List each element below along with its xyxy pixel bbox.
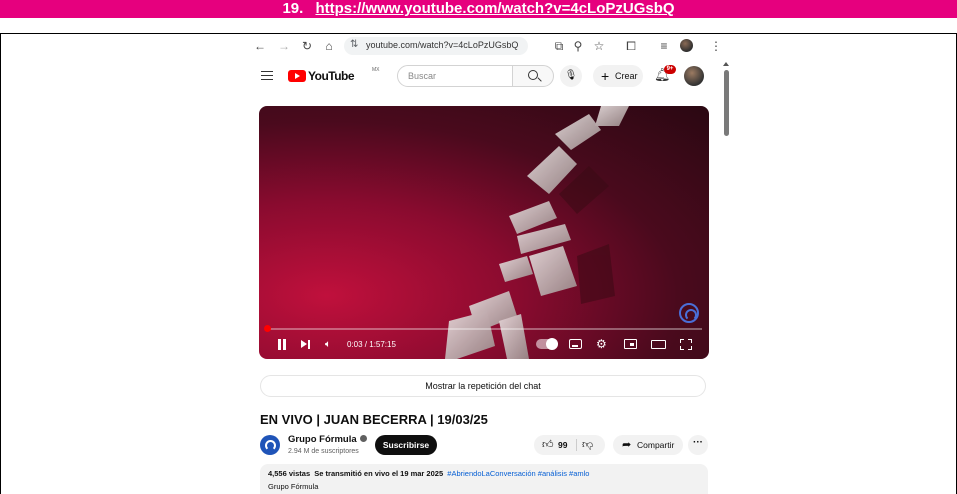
region-code: MX <box>372 67 380 73</box>
share-label: Compartir <box>637 440 675 450</box>
time-display: 0:03 / 1:57:15 <box>347 340 396 349</box>
page-scrollbar[interactable] <box>721 58 732 494</box>
description-box[interactable]: 4,556 vistas Se transmitió en vivo el 19… <box>260 464 708 494</box>
browser-toolbar: ← → ↻ ⌂ ⇅ youtube.com/watch?v=4cLoPzUGsb… <box>246 34 732 58</box>
scroll-up-arrow-icon[interactable] <box>723 62 729 66</box>
plus-icon: + <box>601 68 610 84</box>
progress-bar[interactable] <box>266 328 702 330</box>
create-button[interactable]: + Crear <box>593 65 643 87</box>
video-frame-art <box>445 106 629 359</box>
subtitles-icon[interactable] <box>569 339 582 349</box>
channel-name-text: Grupo Fórmula <box>288 434 357 445</box>
extensions-icon[interactable]: ⧠ <box>624 39 638 53</box>
fullscreen-icon[interactable] <box>680 339 692 350</box>
hamburger-menu-icon[interactable] <box>261 71 273 80</box>
search-placeholder: Buscar <box>408 71 437 81</box>
view-count: 4,556 vistas <box>268 469 311 478</box>
table-border-left <box>0 34 1 494</box>
theater-mode-icon[interactable] <box>651 340 666 349</box>
subscriber-count: 2.94 M de suscriptores <box>288 448 359 455</box>
scroll-thumb[interactable] <box>724 70 729 136</box>
miniplayer-icon[interactable] <box>624 339 637 349</box>
bookmark-star-icon[interactable]: ☆ <box>592 39 606 53</box>
dislike-icon[interactable]: 👎︎ <box>582 438 593 451</box>
description-meta: 4,556 vistas Se transmitió en vivo el 19… <box>268 469 589 478</box>
document-page: 19. https://www.youtube.com/watch?v=4cLo… <box>0 0 957 494</box>
verified-badge-icon <box>359 435 367 442</box>
youtube-header: YouTube MX Buscar 🎙 + Crear 🔔︎ 9+ <box>246 58 716 94</box>
cast-icon[interactable]: ⧉ <box>552 39 566 53</box>
home-icon[interactable]: ⌂ <box>322 39 336 53</box>
share-button[interactable]: ➦ Compartir <box>613 435 683 455</box>
banner-url-link[interactable]: https://www.youtube.com/watch?v=4cLoPzUG… <box>315 0 674 17</box>
zoom-icon[interactable]: ⚲ <box>571 39 585 53</box>
next-icon[interactable] <box>301 340 311 349</box>
like-icon[interactable]: 👍︎ <box>542 438 554 451</box>
subscribe-button[interactable]: Suscribirse <box>375 435 437 455</box>
settings-gear-icon[interactable]: ⚙ <box>596 337 607 351</box>
notification-badge: 9+ <box>664 65 676 74</box>
browser-screenshot: ← → ↻ ⌂ ⇅ youtube.com/watch?v=4cLoPzUGsb… <box>246 34 732 494</box>
show-chat-replay-button[interactable]: Mostrar la repetición del chat <box>260 375 706 397</box>
progress-scrubber[interactable] <box>264 325 271 332</box>
volume-icon[interactable]: 🔈︎ <box>325 339 331 350</box>
search-button[interactable] <box>512 65 554 87</box>
video-title: EN VIVO | JUAN BECERRA | 19/03/25 <box>260 412 488 427</box>
like-count: 99 <box>558 440 568 450</box>
search-icon <box>528 70 538 80</box>
hashtags-link[interactable]: #AbriendoLaConversación #análisis #amlo <box>447 469 589 478</box>
address-bar[interactable]: ⇅ youtube.com/watch?v=4cLoPzUGsbQ <box>344 37 528 55</box>
channel-avatar[interactable] <box>260 435 280 455</box>
video-player[interactable]: 🔈︎ 0:03 / 1:57:15 ⚙ <box>259 106 709 359</box>
like-divider <box>576 439 577 451</box>
banner: 19. https://www.youtube.com/watch?v=4cLo… <box>0 0 957 18</box>
create-label: Crear <box>615 71 638 81</box>
voice-search-button[interactable]: 🎙 <box>560 65 582 87</box>
reload-icon[interactable]: ↻ <box>300 39 314 53</box>
pause-icon[interactable] <box>277 339 287 350</box>
account-avatar[interactable] <box>684 66 704 86</box>
profile-avatar[interactable] <box>680 39 693 52</box>
youtube-logo-text: YouTube <box>308 69 355 83</box>
forward-icon[interactable]: → <box>277 39 291 53</box>
description-org: Grupo Fórmula <box>268 482 319 491</box>
stream-date: Se transmitió en vivo el 19 mar 2025 <box>314 469 444 478</box>
back-icon[interactable]: ← <box>253 39 267 53</box>
channel-name[interactable]: Grupo Fórmula <box>288 434 367 445</box>
more-actions-button[interactable]: ··· <box>688 435 708 455</box>
media-icon[interactable]: ≡ <box>657 39 671 53</box>
address-text: youtube.com/watch?v=4cLoPzUGsbQ <box>366 40 519 50</box>
share-icon: ➦ <box>622 439 632 451</box>
like-dislike-group: 👍︎ 99 👎︎ <box>534 435 605 455</box>
autoplay-toggle[interactable] <box>536 338 558 350</box>
banner-row: 19. https://www.youtube.com/watch?v=4cLo… <box>0 0 957 34</box>
menu-kebab-icon[interactable]: ⋮ <box>709 39 723 53</box>
banner-number: 19. <box>282 0 304 17</box>
site-settings-icon[interactable]: ⇅ <box>350 39 358 50</box>
youtube-play-icon <box>288 70 306 82</box>
channel-watermark-icon[interactable] <box>679 303 699 323</box>
microphone-icon: 🎙 <box>564 70 578 81</box>
